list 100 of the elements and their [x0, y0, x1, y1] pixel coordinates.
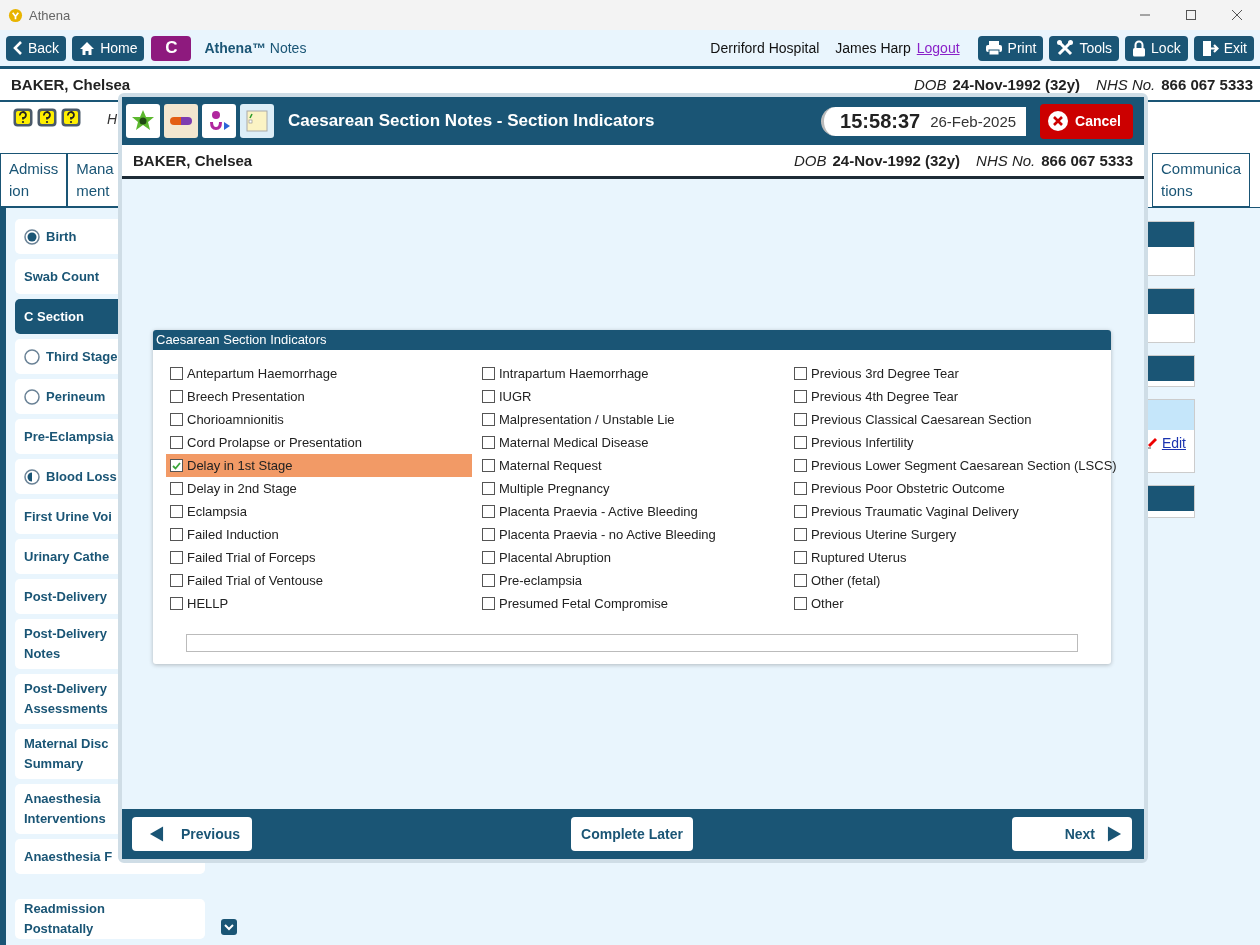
- exit-button[interactable]: Exit: [1193, 35, 1254, 61]
- checkbox[interactable]: [794, 574, 807, 587]
- checkbox[interactable]: [482, 413, 495, 426]
- checkbox-label: Malpresentation / Unstable Lie: [499, 412, 675, 427]
- checkbox[interactable]: [482, 482, 495, 495]
- nhs-number-label: NHS No.: [1096, 76, 1156, 93]
- checkbox[interactable]: [170, 413, 183, 426]
- checkbox[interactable]: [482, 436, 495, 449]
- checkbox[interactable]: [482, 597, 495, 610]
- checkbox[interactable]: [482, 459, 495, 472]
- home-button[interactable]: Home: [72, 35, 145, 61]
- checkbox[interactable]: [794, 505, 807, 518]
- person-arrow-button[interactable]: [202, 104, 236, 138]
- hospital-name: Derriford Hospital: [710, 40, 820, 56]
- checkbox[interactable]: [170, 528, 183, 541]
- previous-button[interactable]: Previous: [132, 817, 252, 851]
- checkbox[interactable]: [170, 505, 183, 518]
- flower-button[interactable]: [126, 104, 160, 138]
- checkbox[interactable]: [794, 459, 807, 472]
- checkbox-label: Previous 4th Degree Tear: [811, 389, 959, 404]
- checkbox-label: Previous Traumatic Vaginal Delivery: [811, 504, 1019, 519]
- help-list-icon[interactable]: [13, 108, 33, 127]
- app-title: Athena™ Notes: [204, 40, 308, 56]
- checkbox[interactable]: [482, 367, 495, 380]
- checkbox[interactable]: [794, 551, 807, 564]
- checkbox[interactable]: [482, 528, 495, 541]
- tools-button[interactable]: Tools: [1049, 35, 1120, 61]
- lock-button[interactable]: Lock: [1125, 35, 1188, 61]
- checkbox[interactable]: [794, 436, 807, 449]
- checkbox[interactable]: [794, 528, 807, 541]
- help-home-icon[interactable]: [37, 108, 57, 127]
- user-name: James Harp: [835, 40, 911, 56]
- right-triangle-icon: [1107, 825, 1122, 843]
- app-badge-button[interactable]: C: [151, 35, 192, 61]
- logout-link[interactable]: Logout: [916, 40, 960, 56]
- complete-later-button[interactable]: Complete Later: [571, 817, 693, 851]
- checkbox[interactable]: [170, 390, 183, 403]
- nhs-number: 866 067 5333: [1161, 76, 1253, 93]
- scroll-down-icon[interactable]: [221, 919, 237, 935]
- checkbox[interactable]: [170, 436, 183, 449]
- tab[interactable]: Communica tions: [1151, 153, 1250, 207]
- next-button[interactable]: Next: [1012, 817, 1132, 851]
- checkbox-label: Maternal Request: [499, 458, 602, 473]
- back-button[interactable]: Back: [6, 35, 67, 61]
- maximize-icon[interactable]: [1185, 9, 1197, 21]
- checkbox[interactable]: [482, 574, 495, 587]
- panel-title: Caesarean Section Indicators: [153, 330, 1111, 350]
- checkbox[interactable]: [170, 574, 183, 587]
- checkbox-label: Other (fetal): [811, 573, 881, 588]
- checkbox-label: Other: [811, 596, 844, 611]
- checkbox[interactable]: [482, 505, 495, 518]
- checkbox-label: Previous Lower Segment Caesarean Section (LSCS): [811, 458, 1117, 473]
- close-icon[interactable]: [1231, 9, 1243, 21]
- capsule-button[interactable]: [164, 104, 198, 138]
- tab[interactable]: Admiss ion: [0, 153, 68, 207]
- dob-label: DOB: [913, 76, 947, 93]
- checkbox[interactable]: [794, 482, 807, 495]
- checkbox[interactable]: [794, 413, 807, 426]
- checkbox[interactable]: [170, 482, 183, 495]
- left-triangle-icon: [149, 825, 164, 843]
- checkbox-label: Maternal Medical Disease: [499, 435, 649, 450]
- checkbox-label: Multiple Pregnancy: [499, 481, 610, 496]
- checkbox[interactable]: [794, 390, 807, 403]
- checkbox[interactable]: [794, 597, 807, 610]
- app-logo-icon: [8, 7, 23, 23]
- lock-icon: [1132, 39, 1147, 57]
- notepad-icon: [244, 109, 270, 133]
- tools-icon: [1056, 39, 1075, 57]
- flower-icon: [130, 109, 156, 133]
- check-icon: [172, 461, 181, 470]
- checkbox-label: Pre-eclampsia: [499, 573, 583, 588]
- sidebar-item[interactable]: Readmission Postnatally: [15, 899, 205, 939]
- time: 15:58:37: [840, 109, 921, 133]
- nhs-number-label: NHS No.: [976, 152, 1036, 169]
- checkbox[interactable]: [170, 459, 183, 472]
- date-of-birth: 24-Nov-1992 (32y): [952, 76, 1081, 93]
- date: 26-Feb-2025: [930, 112, 1017, 130]
- checkbox-label: IUGR: [499, 389, 532, 404]
- edit-link[interactable]: Edit: [1161, 435, 1186, 451]
- exit-icon: [1200, 39, 1219, 57]
- checkbox-label: Ruptured Uterus: [811, 550, 907, 565]
- checkbox-label: Presumed Fetal Compromise: [499, 596, 669, 611]
- empty-circle-icon: [24, 388, 40, 405]
- cancel-button[interactable]: Cancel: [1040, 103, 1133, 139]
- checkbox[interactable]: [482, 390, 495, 403]
- checkbox-label: Previous Classical Caesarean Section: [811, 412, 1032, 427]
- cancel-icon: [1047, 110, 1070, 132]
- patient-name: BAKER, Chelsea: [133, 152, 254, 169]
- print-button[interactable]: Print: [977, 35, 1044, 61]
- date-of-birth: 24-Nov-1992 (32y): [832, 152, 961, 169]
- checkbox[interactable]: [170, 551, 183, 564]
- checkbox[interactable]: [794, 367, 807, 380]
- filled-circle-icon: [24, 228, 40, 245]
- checkbox-label: Placenta Praevia - no Active Bleeding: [499, 527, 716, 542]
- input-field[interactable]: [186, 634, 1078, 652]
- printer-icon: [984, 40, 1003, 56]
- checkbox[interactable]: [170, 597, 183, 610]
- checkbox[interactable]: [482, 551, 495, 564]
- checkbox[interactable]: [170, 367, 183, 380]
- help-icon[interactable]: [61, 108, 81, 127]
